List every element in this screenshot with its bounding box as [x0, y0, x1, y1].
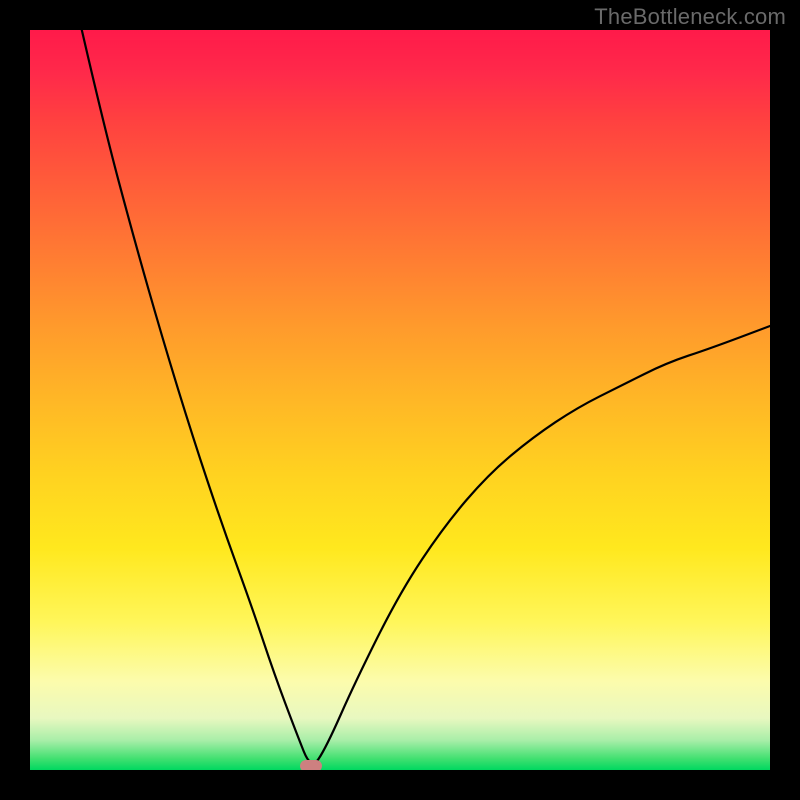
plot-area — [30, 30, 770, 770]
watermark-text: TheBottleneck.com — [594, 4, 786, 30]
bottleneck-curve-svg — [30, 30, 770, 770]
minimum-marker — [300, 760, 322, 770]
bottleneck-curve — [82, 30, 770, 763]
chart-frame: TheBottleneck.com — [0, 0, 800, 800]
